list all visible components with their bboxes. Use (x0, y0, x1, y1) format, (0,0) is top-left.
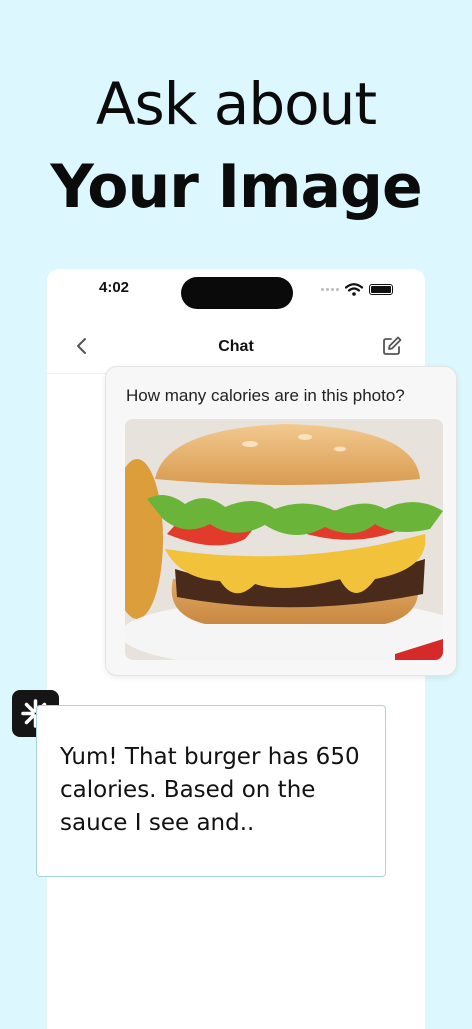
burger-photo[interactable] (125, 419, 443, 660)
status-time: 4:02 (99, 279, 130, 296)
headline-line-2: Your Image (50, 152, 422, 222)
dynamic-island (181, 277, 293, 309)
burger-illustration (125, 419, 443, 660)
battery-icon (369, 284, 393, 295)
wifi-icon (345, 283, 363, 296)
nav-title: Chat (218, 338, 254, 355)
assistant-message-bubble: Yum! That burger has 650 calories. Based… (36, 705, 386, 877)
compose-icon[interactable] (381, 335, 403, 357)
user-message-text: How many calories are in this photo? (126, 386, 405, 405)
headline-line-1: Ask about (95, 70, 377, 138)
signal-icon (321, 288, 339, 291)
user-message-bubble: How many calories are in this photo? (105, 366, 457, 676)
assistant-message-text: Yum! That burger has 650 calories. Based… (60, 744, 360, 836)
status-icons (321, 283, 393, 296)
